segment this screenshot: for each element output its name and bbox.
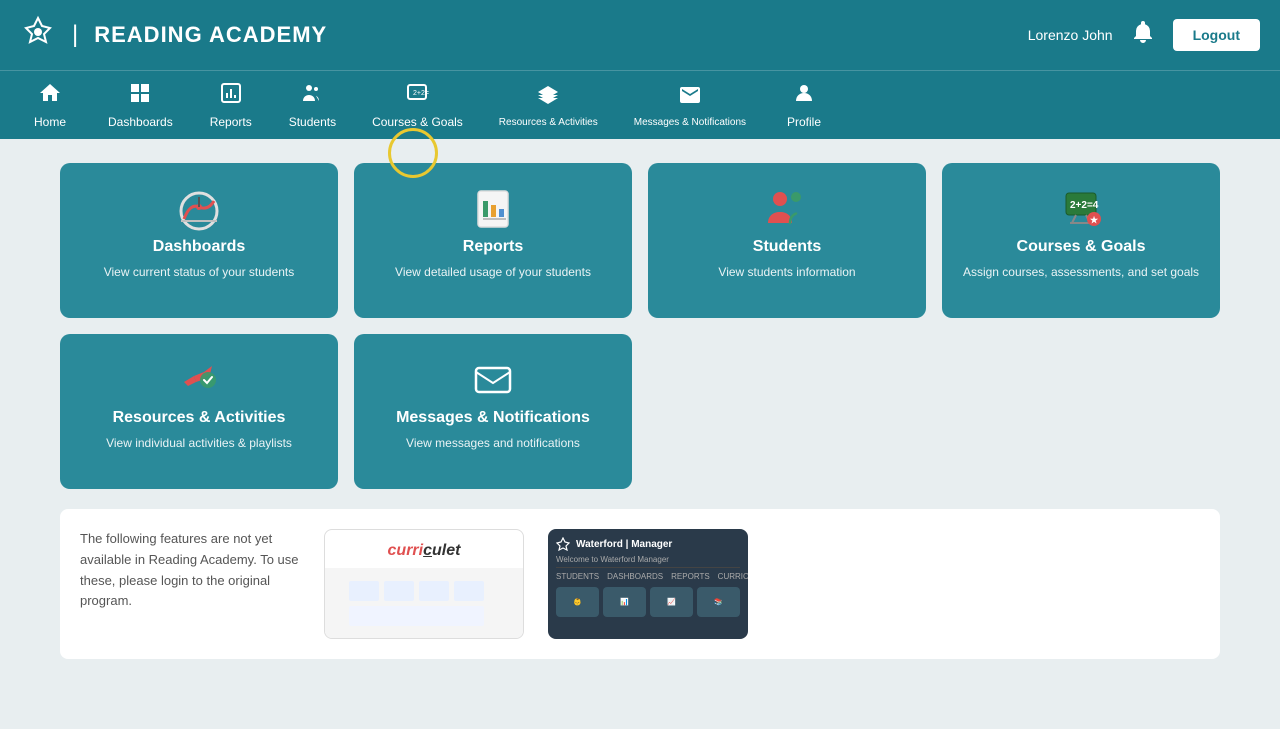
nav-label-reports: Reports bbox=[210, 115, 252, 129]
wf-nav-curriculum: CURRICULUM bbox=[718, 572, 748, 581]
card-students[interactable]: Students View students information bbox=[648, 163, 926, 318]
home-icon bbox=[38, 81, 62, 111]
card-reports-icon bbox=[468, 183, 518, 238]
card-students-icon bbox=[762, 183, 812, 238]
card-messages-icon bbox=[468, 354, 518, 409]
waterford-logo-icon bbox=[20, 14, 56, 57]
card-reports[interactable]: Reports View detailed usage of your stud… bbox=[354, 163, 632, 318]
wf-nav-dashboards: DASHBOARDS bbox=[607, 572, 663, 581]
card-resources-title: Resources & Activities bbox=[113, 409, 286, 427]
card-resources-icon bbox=[174, 354, 224, 409]
logout-button[interactable]: Logout bbox=[1173, 19, 1260, 51]
card-dashboards-desc: View current status of your students bbox=[104, 264, 295, 281]
nav-label-dashboards: Dashboards bbox=[108, 115, 173, 129]
cards-row-1: Dashboards View current status of your s… bbox=[60, 163, 1220, 318]
curriculet-body bbox=[325, 568, 523, 638]
card-reports-desc: View detailed usage of your students bbox=[395, 264, 591, 281]
card-reports-title: Reports bbox=[463, 238, 523, 256]
wf-tile-2: 📊 bbox=[603, 587, 646, 617]
nav-item-students[interactable]: Students bbox=[271, 71, 354, 139]
card-courses[interactable]: 2+2=4 ★ Courses & Goals Assign courses, … bbox=[942, 163, 1220, 318]
empty-card-3 bbox=[648, 334, 926, 489]
card-courses-title: Courses & Goals bbox=[1017, 238, 1146, 256]
wf-nav-students: STUDENTS bbox=[556, 572, 599, 581]
courses-icon: 2+2=4 bbox=[405, 81, 429, 111]
card-students-desc: View students information bbox=[718, 264, 855, 281]
waterford-manager-preview[interactable]: Waterford | Manager Welcome to Waterford… bbox=[548, 529, 748, 639]
svg-text:★: ★ bbox=[1090, 215, 1099, 225]
nav-item-home[interactable]: Home bbox=[10, 71, 90, 139]
nav-item-courses[interactable]: 2+2=4 Courses & Goals bbox=[354, 71, 481, 139]
nav-label-profile: Profile bbox=[787, 115, 821, 129]
reports-icon bbox=[219, 81, 243, 111]
card-resources[interactable]: Resources & Activities View individual a… bbox=[60, 334, 338, 489]
main-content: Dashboards View current status of your s… bbox=[0, 139, 1280, 729]
curriculet-preview[interactable]: curriculet bbox=[324, 529, 524, 639]
empty-card-4 bbox=[942, 334, 1220, 489]
wf-sub-title: Welcome to Waterford Manager bbox=[556, 555, 740, 568]
nav-item-reports[interactable]: Reports bbox=[191, 71, 271, 139]
card-courses-icon: 2+2=4 ★ bbox=[1056, 183, 1106, 238]
card-messages[interactable]: Messages & Notifications View messages a… bbox=[354, 334, 632, 489]
resources-icon bbox=[536, 83, 560, 113]
card-resources-desc: View individual activities & playlists bbox=[106, 435, 292, 452]
dashboard-icon bbox=[128, 81, 152, 111]
nav-label-resources: Resources & Activities bbox=[499, 117, 598, 128]
wf-tile-1: 👶 bbox=[556, 587, 599, 617]
wf-nav-reports: REPORTS bbox=[671, 572, 710, 581]
nav-item-messages[interactable]: Messages & Notifications bbox=[616, 71, 764, 139]
nav-label-home: Home bbox=[34, 115, 66, 129]
curriculet-label: curriculet bbox=[325, 530, 523, 568]
nav-bar: Home Dashboards Reports Students 2+2=4 bbox=[0, 70, 1280, 139]
messages-icon bbox=[678, 83, 702, 113]
bottom-section: The following features are not yet avail… bbox=[60, 509, 1220, 659]
logo-text: READING ACADEMY bbox=[94, 22, 327, 48]
logo-divider: | bbox=[72, 21, 78, 49]
wf-tile-3: 📈 bbox=[650, 587, 693, 617]
card-courses-desc: Assign courses, assessments, and set goa… bbox=[963, 264, 1199, 281]
wf-manager-title: Waterford | Manager bbox=[576, 539, 672, 550]
header-right: Lorenzo John Logout bbox=[1028, 18, 1260, 53]
card-messages-desc: View messages and notifications bbox=[406, 435, 580, 452]
nav-label-students: Students bbox=[289, 115, 336, 129]
profile-icon bbox=[792, 81, 816, 111]
header: | READING ACADEMY Lorenzo John Logout bbox=[0, 0, 1280, 70]
nav-item-dashboards[interactable]: Dashboards bbox=[90, 71, 191, 139]
cards-row-2: Resources & Activities View individual a… bbox=[60, 334, 1220, 489]
nav-item-resources[interactable]: Resources & Activities bbox=[481, 71, 616, 139]
card-dashboards[interactable]: Dashboards View current status of your s… bbox=[60, 163, 338, 318]
wf-tile-4: 📚 bbox=[697, 587, 740, 617]
card-messages-title: Messages & Notifications bbox=[396, 409, 590, 427]
card-students-title: Students bbox=[753, 238, 821, 256]
card-dashboards-icon bbox=[174, 183, 224, 238]
nav-label-messages: Messages & Notifications bbox=[634, 117, 746, 128]
students-icon bbox=[300, 81, 324, 111]
nav-item-profile[interactable]: Profile bbox=[764, 71, 844, 139]
wf-manager-header: Waterford | Manager bbox=[556, 537, 740, 551]
nav-label-courses: Courses & Goals bbox=[372, 115, 463, 129]
bell-icon[interactable] bbox=[1129, 18, 1157, 53]
svg-text:2+2=4: 2+2=4 bbox=[413, 90, 429, 97]
wf-nav: STUDENTS DASHBOARDS REPORTS CURRICULUM bbox=[556, 572, 740, 581]
wf-tiles: 👶 📊 📈 📚 bbox=[556, 587, 740, 617]
card-dashboards-title: Dashboards bbox=[153, 238, 245, 256]
user-name: Lorenzo John bbox=[1028, 27, 1113, 43]
header-left: | READING ACADEMY bbox=[20, 14, 327, 57]
bottom-notice: The following features are not yet avail… bbox=[80, 529, 300, 612]
svg-text:2+2=4: 2+2=4 bbox=[1070, 200, 1099, 211]
